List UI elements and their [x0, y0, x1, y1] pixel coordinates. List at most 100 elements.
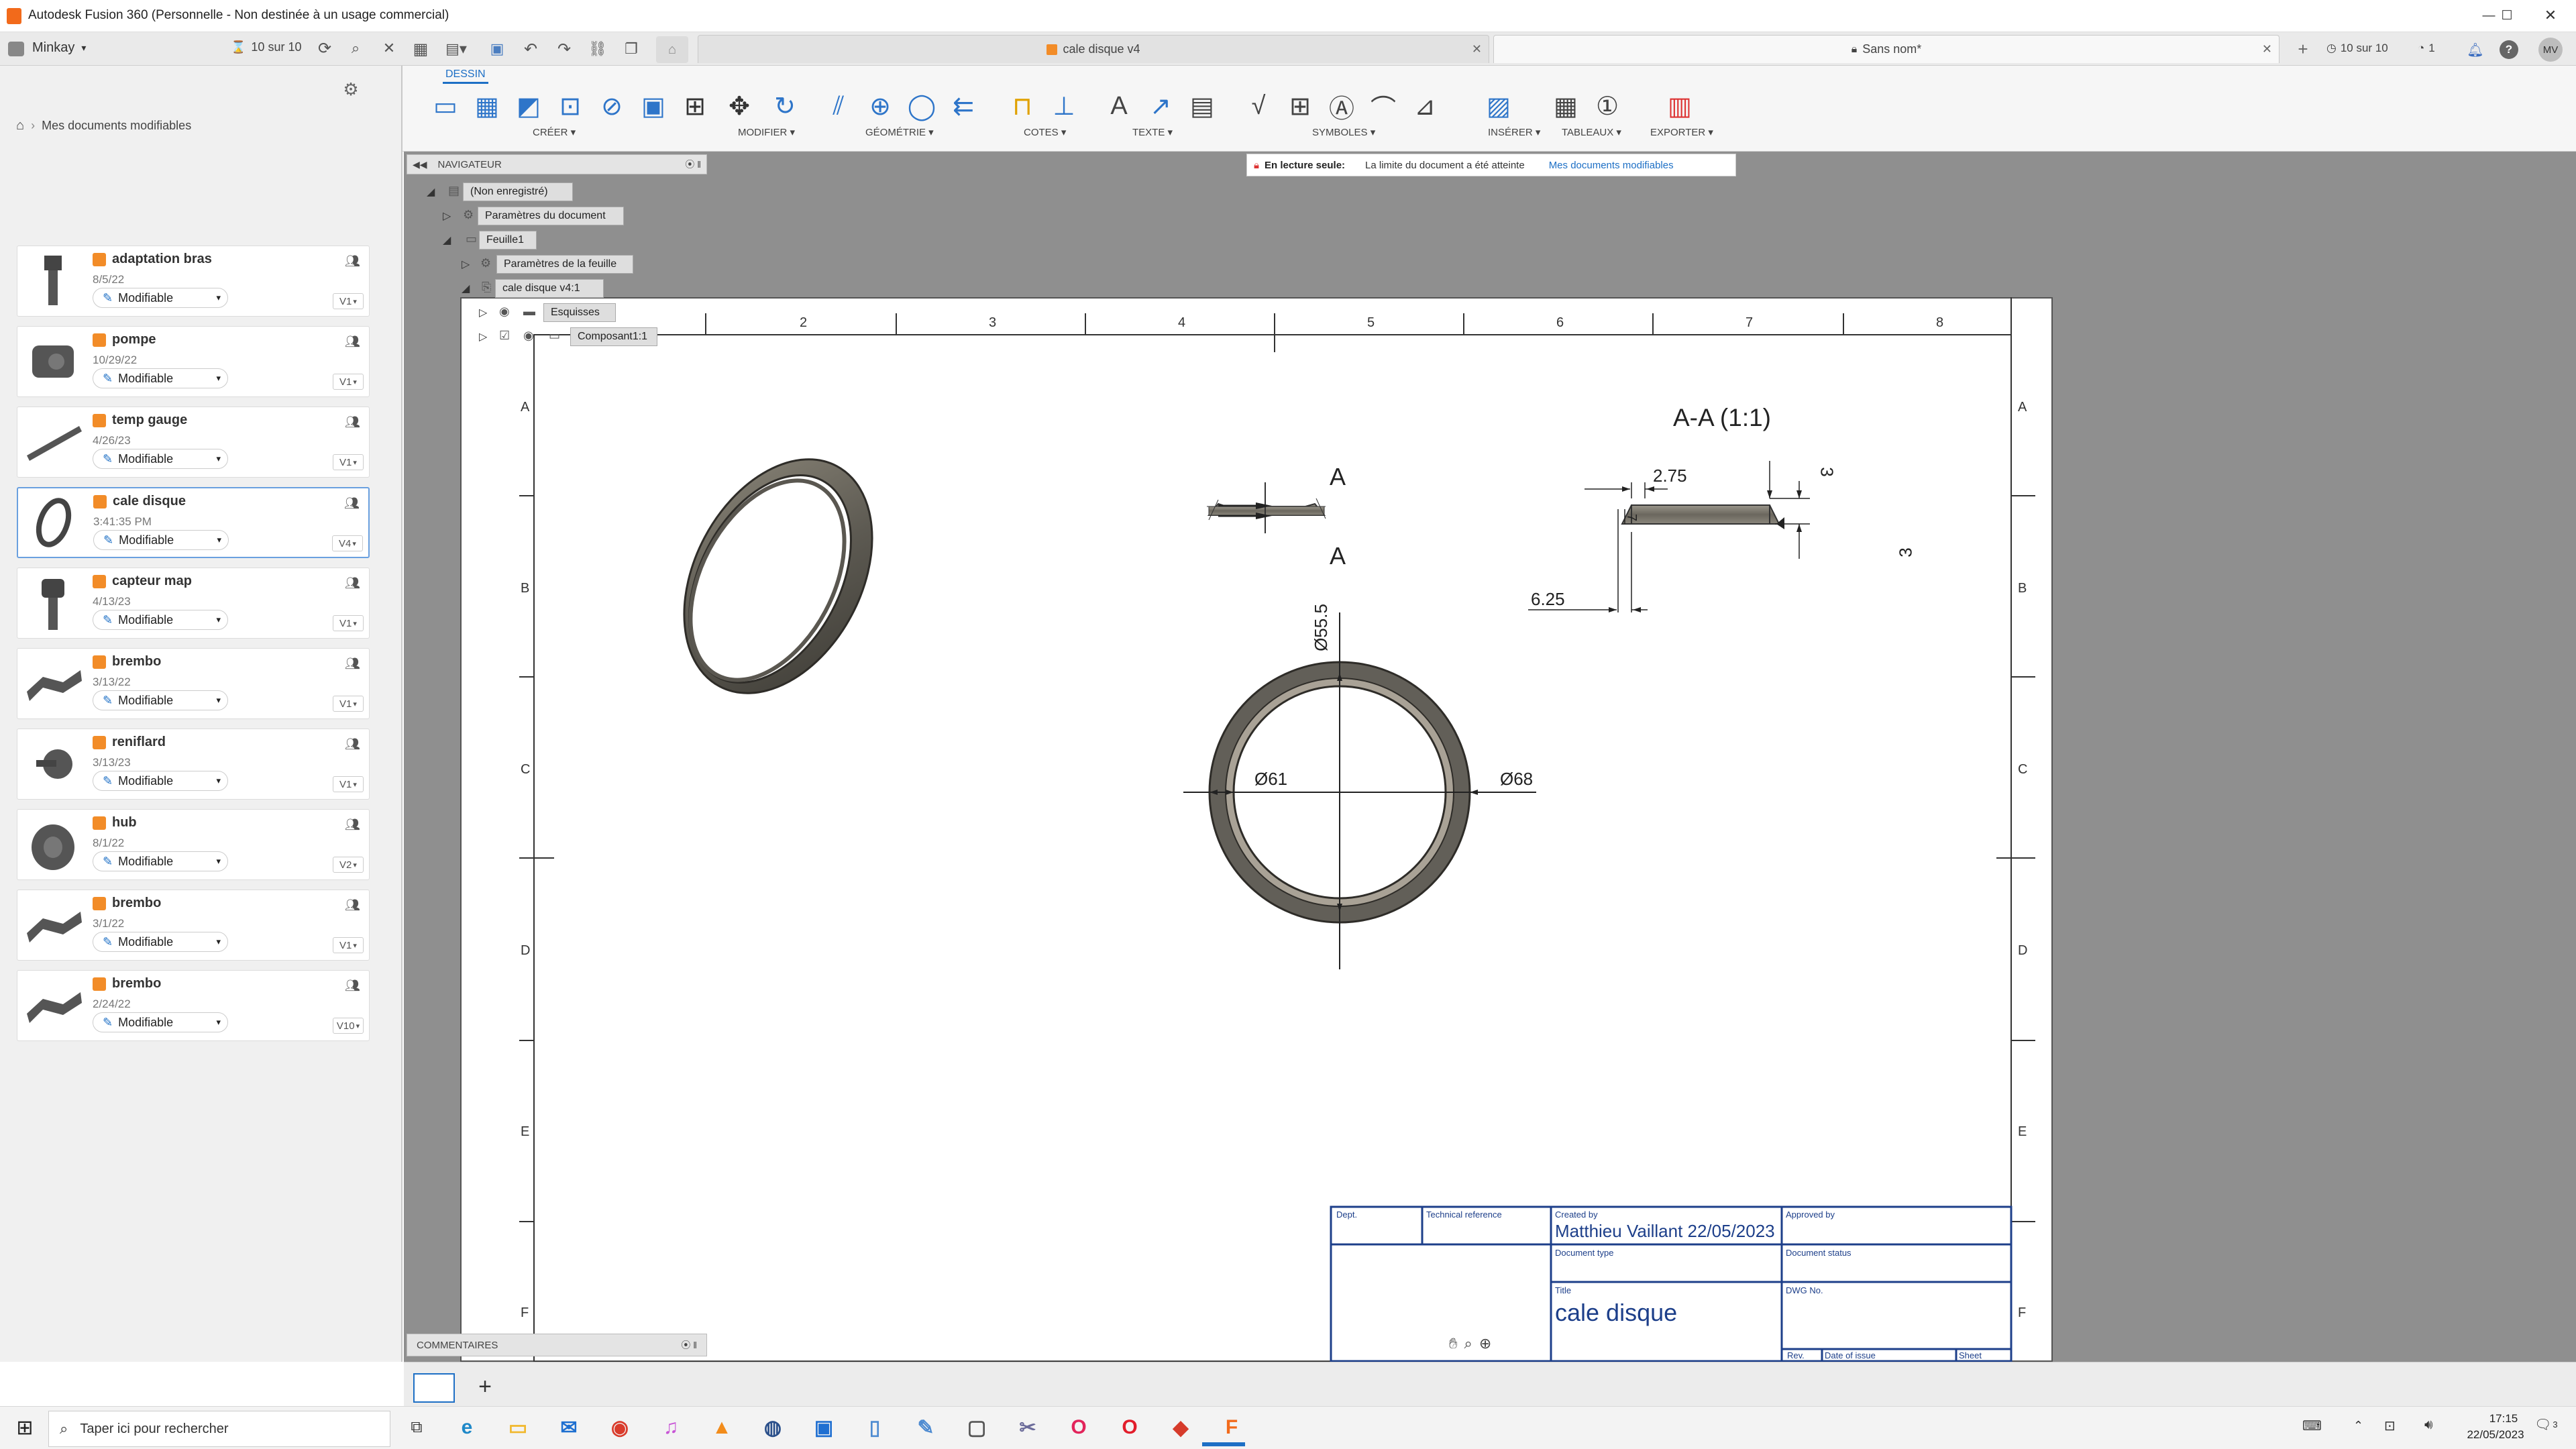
side-view[interactable] [1207, 482, 1326, 533]
toolbar-group-6[interactable]: INSÉRER ▾ [1488, 126, 1540, 138]
version-badge[interactable]: V1 ▾ [333, 454, 364, 470]
edge-icon[interactable]: e [453, 1414, 480, 1441]
pan-icon[interactable]: ✋︎ [1449, 1335, 1458, 1352]
document-card[interactable]: capteur map 👥︎ 4/13/23 ✎ Modifiable ▾ V1 ▾ [17, 568, 370, 639]
sheet-thumbnail[interactable] [413, 1373, 455, 1403]
snip-icon[interactable]: ✂ [1014, 1414, 1041, 1441]
share-people-icon[interactable]: 👥︎ [345, 898, 362, 912]
rotate-icon[interactable]: ↻ [769, 90, 801, 122]
clock-time[interactable]: 17:15 [2463, 1412, 2544, 1426]
dim-3-right[interactable]: 3 [1896, 547, 1917, 557]
share-people-icon[interactable]: 👥︎ [345, 254, 362, 268]
comments-pin-icon[interactable]: ⦿ ‖ [681, 1338, 697, 1352]
collapse-icon[interactable]: ◀◀ [413, 159, 427, 170]
tree-expand-icon[interactable]: ◢ [462, 282, 470, 295]
share-people-icon[interactable]: 👥︎ [345, 576, 362, 590]
home-tab-icon[interactable]: ⌂ [656, 36, 688, 63]
toolbar-group-2[interactable]: GÉOMÉTRIE ▾ [865, 126, 934, 138]
anydesk-icon[interactable]: ◆ [1167, 1414, 1194, 1441]
document-name[interactable]: temp gauge [112, 413, 187, 428]
user-menu[interactable]: Minkay ▾ [32, 40, 86, 56]
close-window-button[interactable]: ✕ [2537, 4, 2564, 27]
center-mark-icon[interactable]: ⊕ [864, 90, 896, 122]
toolbar-group-7[interactable]: TABLEAUX ▾ [1562, 126, 1621, 138]
document-name[interactable]: brembo [112, 976, 161, 991]
notification-center[interactable]: 🗨︎ 3 [2534, 1416, 2558, 1433]
document-name[interactable]: cale disque [113, 494, 186, 509]
maximize-button[interactable]: ☐ [2492, 4, 2522, 27]
status-dropdown[interactable]: ✎ Modifiable ▾ [93, 690, 228, 710]
zoom-icon[interactable]: ⌕ [1464, 1335, 1472, 1352]
file-icon[interactable]: ▢ [963, 1414, 990, 1441]
tray-chevron-icon[interactable]: ⌃ [2353, 1419, 2363, 1433]
document-name[interactable]: pompe [112, 332, 156, 347]
navigator-row[interactable]: Paramètres de la feuille [496, 255, 633, 274]
status-dropdown[interactable]: ✎ Modifiable ▾ [93, 368, 228, 388]
section-title[interactable]: A-A (1:1) [1673, 404, 1771, 432]
tab-cale-disque[interactable]: cale disque v4 ✕ [698, 35, 1489, 63]
insert-image-icon[interactable]: ▨ [1483, 90, 1515, 122]
share-people-icon[interactable]: 👥︎ [345, 818, 362, 831]
document-card[interactable]: brembo 👥︎ 3/1/22 ✎ Modifiable ▾ V1 ▾ [17, 890, 370, 961]
document-card[interactable]: pompe 👥︎ 10/29/22 ✎ Modifiable ▾ V1 ▾ [17, 326, 370, 397]
tree-expand-icon[interactable]: ▷ [443, 209, 451, 223]
status-dropdown[interactable]: ✎ Modifiable ▾ [93, 932, 228, 952]
comments-panel[interactable]: COMMENTAIRES ⦿ ‖ [407, 1334, 707, 1356]
navigator-row[interactable]: Esquisses [543, 303, 616, 322]
redo-icon[interactable]: ↷ [554, 39, 574, 59]
share-people-icon[interactable]: 👥︎ [345, 335, 362, 348]
dim-dia-55-5[interactable]: Ø55.5 [1311, 604, 1332, 651]
tree-expand-icon[interactable]: ▷ [462, 258, 470, 271]
note-icon[interactable]: ▤ [1186, 90, 1218, 122]
app-icon-1[interactable]: ◍ [759, 1414, 786, 1441]
section-mark-bottom[interactable]: A [1330, 542, 1346, 570]
toolbar-group-1[interactable]: MODIFIER ▾ [738, 126, 795, 138]
add-sheet-icon[interactable]: + [470, 1372, 500, 1401]
document-card[interactable]: hub 👥︎ 8/1/22 ✎ Modifiable ▾ V2 ▾ [17, 809, 370, 880]
task-view-icon[interactable]: ⧉ [405, 1416, 428, 1439]
workspace-tab[interactable]: DESSIN [443, 68, 488, 84]
document-name[interactable]: hub [112, 815, 137, 830]
navigator-pin-icon[interactable]: ⦿ ‖ [685, 158, 701, 171]
navigator-row[interactable]: cale disque v4:1 [495, 279, 604, 298]
fusion-icon[interactable]: F [1218, 1414, 1245, 1441]
save-icon[interactable]: ▣ [487, 39, 507, 59]
share-people-icon[interactable]: 👥︎ [345, 415, 362, 429]
store-icon[interactable]: ▣ [810, 1414, 837, 1441]
sketch-icon[interactable]: ⊞ [679, 90, 711, 122]
tree-expand-icon[interactable]: ◢ [443, 233, 451, 247]
itunes-icon[interactable]: ♫ [657, 1414, 684, 1441]
readonly-link[interactable]: Mes documents modifiables [1549, 160, 1674, 171]
navigator-row[interactable]: (Non enregistré) [463, 182, 573, 201]
tree-expand-icon[interactable]: ◢ [427, 185, 435, 199]
dim-3-top[interactable]: 3 [1817, 467, 1837, 476]
break-view-icon[interactable]: ⊘ [596, 90, 628, 122]
mail-icon[interactable]: ✉ [555, 1414, 582, 1441]
copy-icon[interactable]: ❐ [621, 39, 641, 59]
zoom-fit-icon[interactable]: ⊕ [1479, 1335, 1491, 1352]
volume-icon[interactable]: 🔊︎ [2424, 1417, 2433, 1433]
file-menu-icon[interactable]: ▤▾ [443, 39, 470, 59]
network-icon[interactable]: ⊡ [2384, 1417, 2396, 1434]
refresh-icon[interactable]: ⟳ [315, 39, 334, 58]
export-pdf-icon[interactable]: ▥ [1664, 90, 1696, 122]
version-badge[interactable]: V1 ▾ [333, 937, 364, 953]
online-status[interactable]: ◔ 1 [2418, 42, 2435, 55]
new-tab-icon[interactable]: + [2293, 39, 2313, 59]
document-name[interactable]: brembo [112, 896, 161, 911]
document-name[interactable]: adaptation bras [112, 252, 212, 267]
status-dropdown[interactable]: ✎ Modifiable ▾ [93, 530, 229, 550]
status-dropdown[interactable]: ✎ Modifiable ▾ [93, 1012, 228, 1032]
status-dropdown[interactable]: ✎ Modifiable ▾ [93, 771, 228, 791]
user-avatar-icon[interactable] [8, 42, 24, 56]
home-icon[interactable]: ⌂ [16, 118, 24, 133]
section-view-icon[interactable]: ◩ [513, 90, 545, 122]
document-card[interactable]: adaptation bras 👥︎ 8/5/22 ✎ Modifiable ▾ V1 ▾ [17, 246, 370, 317]
detail-view-icon[interactable]: ⊡ [554, 90, 586, 122]
job-status-right[interactable]: ◷ 10 sur 10 [2326, 42, 2388, 55]
weld-icon[interactable]: ⌒ [1367, 90, 1399, 123]
document-name[interactable]: brembo [112, 654, 161, 669]
linear-dim-icon[interactable]: ⊓ [1006, 90, 1038, 122]
close-tab-icon[interactable]: ✕ [1472, 42, 1482, 56]
share-people-icon[interactable]: 👥︎ [344, 496, 362, 510]
